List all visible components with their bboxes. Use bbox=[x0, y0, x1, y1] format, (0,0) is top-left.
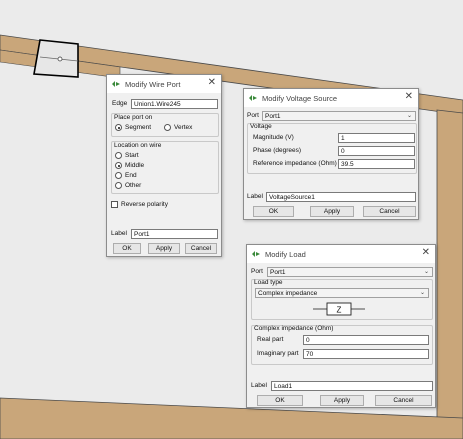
label-field[interactable]: VoltageSource1 bbox=[266, 192, 416, 202]
chevron-down-icon: ⌄ bbox=[423, 269, 429, 275]
title-bar[interactable]: Modify Voltage Source ✕ bbox=[244, 89, 418, 107]
ok-button[interactable]: OK bbox=[113, 243, 141, 254]
cancel-button[interactable]: Cancel bbox=[185, 243, 217, 254]
chevron-down-icon: ⌄ bbox=[406, 113, 412, 119]
load-type-title: Load type bbox=[254, 279, 283, 286]
port-select-value: Port1 bbox=[270, 269, 286, 276]
label-field[interactable]: Port1 bbox=[131, 229, 218, 239]
middle-radio[interactable] bbox=[115, 162, 122, 169]
cancel-button[interactable]: Cancel bbox=[375, 395, 432, 406]
port-select-value: Port1 bbox=[265, 113, 281, 120]
apply-button[interactable]: Apply bbox=[320, 395, 364, 406]
real-part-field[interactable]: 0 bbox=[303, 335, 429, 345]
apply-button[interactable]: Apply bbox=[310, 206, 354, 217]
port-select[interactable]: Port1 ⌄ bbox=[267, 267, 433, 277]
cancel-button[interactable]: Cancel bbox=[363, 206, 416, 217]
ok-button[interactable]: OK bbox=[257, 395, 303, 406]
apply-button[interactable]: Apply bbox=[148, 243, 180, 254]
close-icon[interactable]: ✕ bbox=[208, 77, 216, 88]
start-label: Start bbox=[125, 152, 139, 159]
reverse-polarity-label: Reverse polarity bbox=[121, 201, 168, 208]
close-icon[interactable]: ✕ bbox=[422, 247, 430, 258]
port-select[interactable]: Port1 ⌄ bbox=[262, 111, 416, 121]
label-label: Label bbox=[247, 193, 263, 200]
port-marker bbox=[57, 56, 63, 62]
segment-label: Segment bbox=[125, 124, 152, 131]
port-label: Port bbox=[251, 268, 263, 275]
close-icon[interactable]: ✕ bbox=[405, 91, 413, 102]
label-label: Label bbox=[251, 382, 267, 389]
impedance-symbol-icon: Z bbox=[313, 302, 365, 316]
magnitude-field[interactable]: 1 bbox=[338, 133, 415, 143]
edge-field[interactable]: Union1.Wire245 bbox=[131, 99, 218, 109]
port-label: Port bbox=[247, 112, 259, 119]
start-radio[interactable] bbox=[115, 152, 122, 159]
modify-wire-port-dialog: Modify Wire Port ✕ Edge Union1.Wire245 P… bbox=[106, 74, 222, 257]
magnitude-label: Magnitude (V) bbox=[253, 134, 294, 141]
complex-impedance-title: Complex impedance (Ohm) bbox=[254, 325, 334, 332]
location-title: Location on wire bbox=[114, 142, 162, 149]
load-type-select[interactable]: Complex impedance ⌄ bbox=[255, 288, 429, 298]
middle-label: Middle bbox=[125, 162, 145, 169]
end-radio[interactable] bbox=[115, 172, 122, 179]
reverse-polarity-checkbox[interactable] bbox=[111, 201, 118, 208]
modify-voltage-source-dialog: Modify Voltage Source ✕ Port Port1 ⌄ Vol… bbox=[243, 88, 419, 220]
phase-field[interactable]: 0 bbox=[338, 146, 415, 156]
real-part-label: Real part bbox=[257, 336, 284, 343]
segment-radio[interactable] bbox=[115, 124, 122, 131]
label-field[interactable]: Load1 bbox=[271, 381, 433, 391]
dialog-title: Modify Voltage Source bbox=[262, 93, 338, 103]
label-label: Label bbox=[111, 230, 127, 237]
vertex-label: Vertex bbox=[174, 124, 193, 131]
phase-label: Phase (degrees) bbox=[253, 147, 302, 154]
other-radio[interactable] bbox=[115, 182, 122, 189]
reference-impedance-label: Reference impedance (Ohm) bbox=[253, 160, 337, 167]
ok-button[interactable]: OK bbox=[253, 206, 294, 217]
wire-frame-right bbox=[436, 109, 463, 439]
title-bar[interactable]: Modify Wire Port ✕ bbox=[107, 75, 221, 93]
imaginary-part-field[interactable]: 70 bbox=[303, 349, 429, 359]
title-bar[interactable]: Modify Load ✕ bbox=[247, 245, 435, 263]
imaginary-part-label: Imaginary part bbox=[257, 350, 299, 357]
app-logo-icon bbox=[249, 95, 257, 101]
dialog-title: Modify Wire Port bbox=[125, 79, 181, 89]
dialog-title: Modify Load bbox=[265, 249, 306, 259]
load-type-select-value: Complex impedance bbox=[258, 290, 318, 297]
reference-impedance-field[interactable]: 39.5 bbox=[338, 159, 415, 169]
vertex-radio[interactable] bbox=[164, 124, 171, 131]
other-label: Other bbox=[125, 182, 142, 189]
modify-load-dialog: Modify Load ✕ Port Port1 ⌄ Load type Com… bbox=[246, 244, 436, 408]
z-symbol: Z bbox=[337, 306, 342, 315]
place-port-title: Place port on bbox=[114, 114, 153, 121]
voltage-title: Voltage bbox=[250, 123, 272, 130]
end-label: End bbox=[125, 172, 137, 179]
app-logo-icon bbox=[252, 251, 260, 257]
chevron-down-icon: ⌄ bbox=[419, 290, 425, 296]
edge-label: Edge bbox=[112, 100, 128, 107]
app-logo-icon bbox=[112, 81, 120, 87]
